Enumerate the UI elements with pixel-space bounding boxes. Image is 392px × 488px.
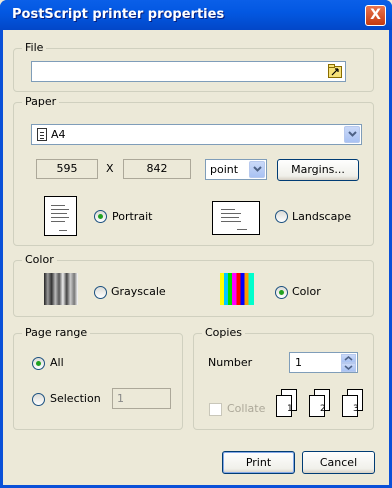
page-range-group-label: Page range [22,326,91,339]
paper-group-label: Paper [22,95,60,108]
landscape-radio[interactable] [275,210,288,223]
landscape-page-icon [212,201,260,235]
title-bar[interactable]: PostScript printer properties X [0,0,392,30]
file-path-input[interactable] [31,61,346,82]
collate-page-3-icon: 3 [342,389,364,419]
copies-group: Copies Number 1 Collate 1 2 3 [193,326,374,430]
all-pages-radio[interactable] [32,357,45,370]
unit-select[interactable]: point [205,159,267,180]
portrait-radio[interactable] [94,210,107,223]
collate-page-1-icon: 1 [276,389,298,419]
dialog-body: File Paper A4 595 X 842 point Margins...… [3,30,389,485]
spin-up-button[interactable] [341,354,356,363]
copies-number-value: 1 [295,356,302,369]
copies-number-input[interactable]: 1 [289,352,358,373]
close-button[interactable]: X [365,5,386,26]
paper-page-icon [37,128,47,141]
margins-button-label: Margins... [291,163,345,176]
paper-width-field: 595 [36,159,98,179]
collate-checkbox [209,403,222,416]
close-icon: X [370,7,381,23]
print-button[interactable]: Print [222,451,295,474]
collate-label: Collate [227,402,266,415]
color-group: Color Grayscale Color [13,253,374,317]
selection-value: 1 [117,392,124,405]
dimension-separator: X [106,162,114,175]
all-pages-label: All [50,356,64,369]
cancel-button-label: Cancel [319,456,358,469]
window-title: PostScript printer properties [12,7,225,22]
margins-button[interactable]: Margins... [277,159,359,181]
portrait-page-icon [44,196,77,236]
grayscale-label: Grayscale [111,285,166,298]
paper-height-field: 842 [123,159,191,179]
browse-file-icon[interactable] [328,64,343,79]
portrait-label: Portrait [112,210,153,223]
chevron-up-icon [344,355,353,361]
chevron-down-icon[interactable] [344,126,360,143]
paper-size-select[interactable]: A4 [31,124,362,145]
file-group: File [13,41,374,92]
chevron-down-icon[interactable] [249,161,265,178]
color-radio[interactable] [275,286,288,299]
number-label: Number [208,356,253,369]
copies-group-label: Copies [202,326,245,339]
cancel-button[interactable]: Cancel [302,451,375,474]
selection-input: 1 [112,388,171,409]
paper-group: Paper A4 595 X 842 point Margins... Port… [13,95,374,246]
collate-page-2-icon: 2 [309,389,331,419]
selection-label: Selection [50,392,101,405]
unit-value: point [210,163,239,176]
dialog-window: PostScript printer properties X File Pap… [0,0,392,488]
paper-size-value: A4 [51,128,66,141]
spin-down-button[interactable] [341,363,356,372]
grayscale-swatch-icon [44,273,78,305]
chevron-down-icon [344,365,353,371]
landscape-label: Landscape [292,210,352,223]
grayscale-radio[interactable] [94,286,107,299]
color-group-label: Color [22,253,57,266]
file-group-label: File [22,41,47,54]
page-range-group: Page range All Selection 1 [13,326,183,430]
print-button-label: Print [245,456,272,469]
color-label: Color [292,285,321,298]
color-swatch-icon [220,273,254,305]
selection-radio[interactable] [32,393,45,406]
